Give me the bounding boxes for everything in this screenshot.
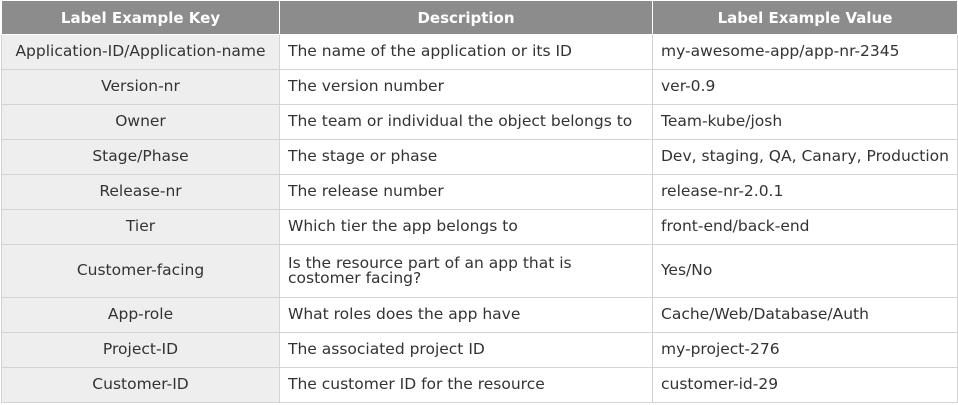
value-cell: Team-kube/josh <box>652 104 958 140</box>
label-key-cell: Customer-facing <box>1 244 280 298</box>
table-row: Tier Which tier the app belongs to front… <box>1 209 958 245</box>
table-header-row: Label Example Key Description Label Exam… <box>1 0 958 35</box>
description-cell: Which tier the app belongs to <box>279 209 653 245</box>
label-key-cell: Project-ID <box>1 332 280 368</box>
header-value: Label Example Value <box>652 0 958 35</box>
table-row: Version-nr The version number ver-0.9 <box>1 69 958 105</box>
table-row: Project-ID The associated project ID my-… <box>1 332 958 368</box>
description-cell: The stage or phase <box>279 139 653 175</box>
table-row: Customer-facing Is the resource part of … <box>1 244 958 298</box>
description-cell: The name of the application or its ID <box>279 34 653 70</box>
label-key-cell: Stage/Phase <box>1 139 280 175</box>
description-cell: The team or individual the object belong… <box>279 104 653 140</box>
description-cell: The associated project ID <box>279 332 653 368</box>
description-cell: Is the resource part of an app that is c… <box>279 244 653 298</box>
value-cell: ver-0.9 <box>652 69 958 105</box>
value-cell: customer-id-29 <box>652 367 958 403</box>
value-cell: front-end/back-end <box>652 209 958 245</box>
table-row: Release-nr The release number release-nr… <box>1 174 958 210</box>
table-row: Application-ID/Application-name The name… <box>1 34 958 70</box>
value-cell: Yes/No <box>652 244 958 298</box>
label-key-cell: Tier <box>1 209 280 245</box>
label-key-cell: Owner <box>1 104 280 140</box>
description-cell: What roles does the app have <box>279 297 653 333</box>
label-key-cell: Application-ID/Application-name <box>1 34 280 70</box>
label-key-cell: Release-nr <box>1 174 280 210</box>
description-cell: The release number <box>279 174 653 210</box>
value-cell: Dev, staging, QA, Canary, Production <box>652 139 958 175</box>
value-cell: my-awesome-app/app-nr-2345 <box>652 34 958 70</box>
table-row: Customer-ID The customer ID for the reso… <box>1 367 958 403</box>
table-row: App-role What roles does the app have Ca… <box>1 297 958 333</box>
description-cell: The version number <box>279 69 653 105</box>
label-examples-table: Label Example Key Description Label Exam… <box>1 0 958 403</box>
label-key-cell: Customer-ID <box>1 367 280 403</box>
table-row: Owner The team or individual the object … <box>1 104 958 140</box>
value-cell: release-nr-2.0.1 <box>652 174 958 210</box>
header-key: Label Example Key <box>1 0 280 35</box>
value-cell: my-project-276 <box>652 332 958 368</box>
description-cell: The customer ID for the resource <box>279 367 653 403</box>
label-key-cell: Version-nr <box>1 69 280 105</box>
header-description: Description <box>279 0 653 35</box>
table-row: Stage/Phase The stage or phase Dev, stag… <box>1 139 958 175</box>
label-key-cell: App-role <box>1 297 280 333</box>
value-cell: Cache/Web/Database/Auth <box>652 297 958 333</box>
